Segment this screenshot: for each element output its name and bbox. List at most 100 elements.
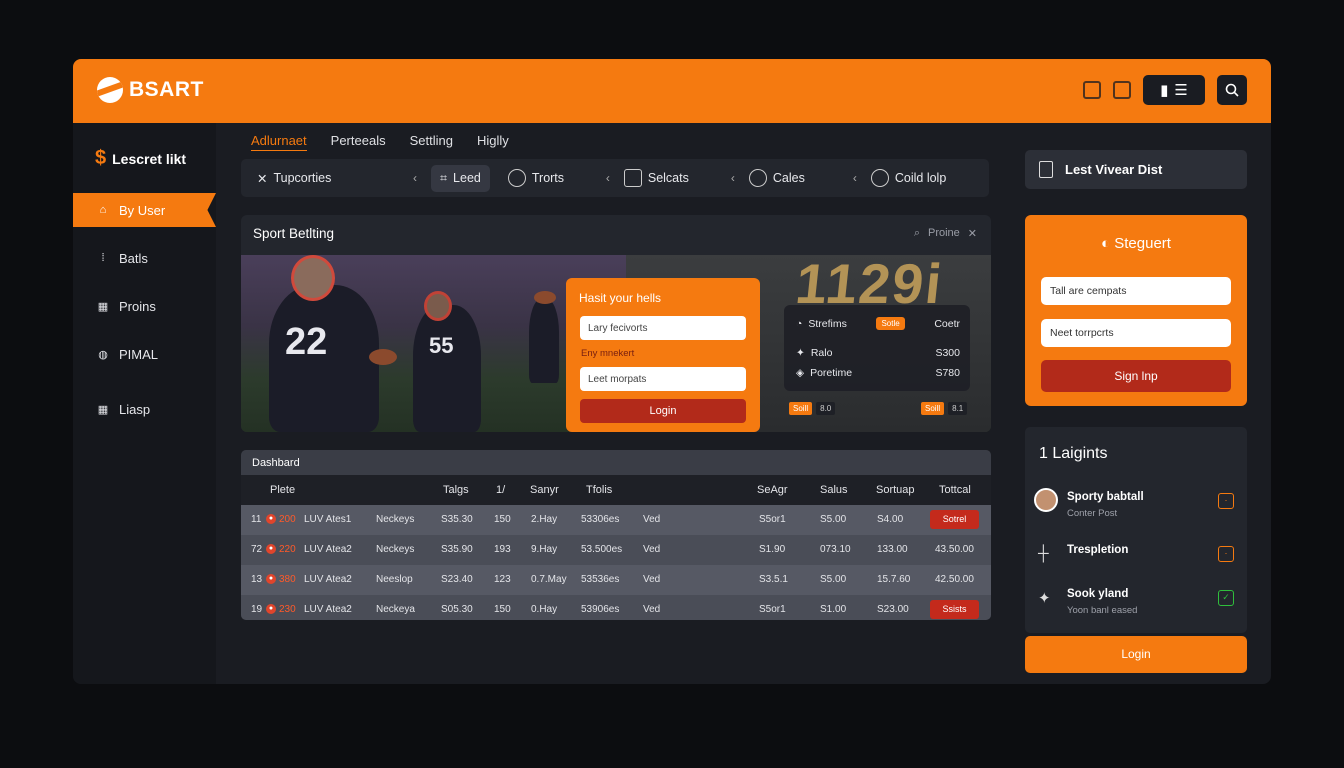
form-note: Eny mnekert [581,348,635,359]
row-salus: 073.10 [820,544,851,555]
odds-tag-label: Soill [789,402,813,415]
twitter-icon: ✦ [796,347,805,359]
column-header[interactable]: Tfolis [586,484,612,496]
signup-card: ◐ Steguert Tall are cempats Neet torrpcr… [1025,215,1247,406]
brand-logo[interactable]: BSART [97,77,204,103]
row-action-button[interactable]: Ssists [930,600,979,619]
status-dot-icon: ● [266,574,276,585]
close-icon[interactable]: ✕ [968,227,977,240]
signup-button[interactable]: Sign lnp [1041,360,1231,392]
sidebar-item-batls[interactable]: ⁞ Batls [73,241,216,275]
odds-badge[interactable]: Sotle [876,317,905,330]
odds-row[interactable]: ◈ Poretime S780 [796,367,960,379]
grid-icon: ▦ [97,300,109,313]
column-header[interactable]: Salus [820,484,848,496]
odds-tag[interactable]: Soill 8.0 [789,402,836,415]
login-button[interactable]: Login [580,399,746,423]
odds-value: Coetr [934,317,960,330]
search-icon[interactable]: ⌕ [914,227,920,240]
odds-label: Ralo [810,347,833,359]
sidebar-item-pimal[interactable]: ◍ PIMAL [73,337,216,371]
tab-higlly[interactable]: Higlly [477,133,509,151]
column-header[interactable]: Tottcal [939,484,971,496]
row-total: 53.500es [581,544,623,555]
quick-login-form: Hasit your hells Lary fecivorts Eny mnek… [566,278,760,432]
row-status: Ved [643,544,661,555]
row-count: 123 [494,574,511,585]
odds-row[interactable]: ✦ Ralo S300 [796,347,960,359]
column-header[interactable]: Sanyr [530,484,559,496]
table-row[interactable]: 19 ● 230 LUV Atea2 Neckeya S05.30 150 0.H… [241,595,991,620]
football-icon [534,291,556,304]
right-header[interactable]: Lest Vivear Dist [1025,150,1247,189]
login-item[interactable]: ✦ Sook yland Yoon banl eased ✓ [1034,585,1238,621]
sidebar-item-proins[interactable]: ▦ Proins [73,289,216,323]
player-helmet [424,291,452,321]
sidebar-item-liasp[interactable]: ▦ Liasp [73,392,216,426]
odds-tag-label: Soill [921,402,945,415]
username-input[interactable]: Lary fecivorts [580,316,746,340]
helmet-icon [748,169,767,187]
filter-selcats[interactable]: Selcats [623,169,731,187]
notification-icon[interactable] [1083,81,1101,99]
checkbox-icon[interactable]: · [1218,546,1234,562]
row-count: 150 [494,604,511,615]
wallet-icon[interactable] [1113,81,1131,99]
column-header[interactable]: Sortuap [876,484,915,496]
twitter-icon: ✦ [1038,590,1051,607]
filter-cales[interactable]: Cales [748,169,853,187]
filter-leed[interactable]: ⌗ Leed [431,164,490,192]
stream-icon: ◔ [796,317,803,330]
tab-settling[interactable]: Settling [410,133,453,151]
row-count: 193 [494,544,511,555]
filter-trorts[interactable]: Trorts [507,169,606,187]
signup-field-1[interactable]: Tall are cempats [1041,277,1231,305]
tab-adlurnaet[interactable]: Adlurnaet [251,133,307,151]
tab-bar: Adlurnaet Perteeals Settling Higlly [251,133,509,151]
chevron-left-icon[interactable]: ‹ [853,171,857,185]
row-code: 200 [279,514,296,525]
login-item-sub: Yoon banl eased [1067,605,1138,616]
table-row[interactable]: 13 ● 380 LUV Atea2 Neeslop S23.40 123 0.7… [241,565,991,595]
login-item[interactable]: ┼ Trespletion · [1034,541,1238,577]
row-action-button[interactable]: Sotrel [930,510,979,529]
column-header[interactable]: 1/ [496,484,505,496]
login-item[interactable]: Sporty babtall Conter Post · [1034,488,1238,524]
menu-button[interactable]: ▮ ☰ [1143,75,1205,105]
column-header[interactable]: Talgs [443,484,469,496]
table-icon: ▦ [97,403,109,416]
column-header[interactable]: Plete [270,484,295,496]
row-sortuap: 133.00 [877,544,908,555]
dashboard-table: Dashbard Plete Talgs 1/ Sanyr Tfolis SeA… [241,450,991,620]
row-talgs: S05.30 [441,604,473,615]
column-header[interactable]: SeAgr [757,484,788,496]
status-dot-icon: ● [266,514,276,525]
table-row[interactable]: 72 ● 220 LUV Atea2 Neckeys S35.90 193 9.H… [241,535,991,565]
tab-perteeals[interactable]: Perteeals [331,133,386,151]
signup-field-2[interactable]: Neet torrpcrts [1041,319,1231,347]
checkbox-icon[interactable]: · [1218,493,1234,509]
password-input[interactable]: Leet morpats [580,367,746,391]
filter-label: Tupcorties [273,171,332,185]
row-code: 380 [279,574,296,585]
chevron-left-icon[interactable]: ‹ [606,171,610,185]
shirt-icon [623,169,642,187]
filter-coild-lolp[interactable]: Coild lolp [870,169,946,187]
sidebar-item-by-user[interactable]: ⌂ By User [73,193,216,227]
login-button[interactable]: Login [1025,636,1247,673]
home-icon: ⌂ [99,204,107,216]
chevron-left-icon[interactable]: ‹ [731,171,735,185]
odds-row[interactable]: ◔ Strefims Sotle Coetr [796,317,960,330]
panel-tool-label[interactable]: Proine [928,227,960,240]
chevron-left-icon[interactable]: ‹ [413,171,417,185]
search-icon [1225,83,1239,97]
document-icon [1039,161,1053,178]
row-number: 19 [251,604,263,615]
checkbox-icon[interactable]: ✓ [1218,590,1234,606]
odds-tag[interactable]: Soill 8.1 [921,402,968,415]
close-icon: ✕ [257,171,268,186]
filter-tupcorties[interactable]: ✕ Tupcorties [257,171,413,186]
avatar [1034,488,1058,512]
search-button[interactable] [1217,75,1247,105]
table-row[interactable]: 11 ● 200 LUV Ates1 Neckeys S35.30 150 2.H… [241,505,991,535]
